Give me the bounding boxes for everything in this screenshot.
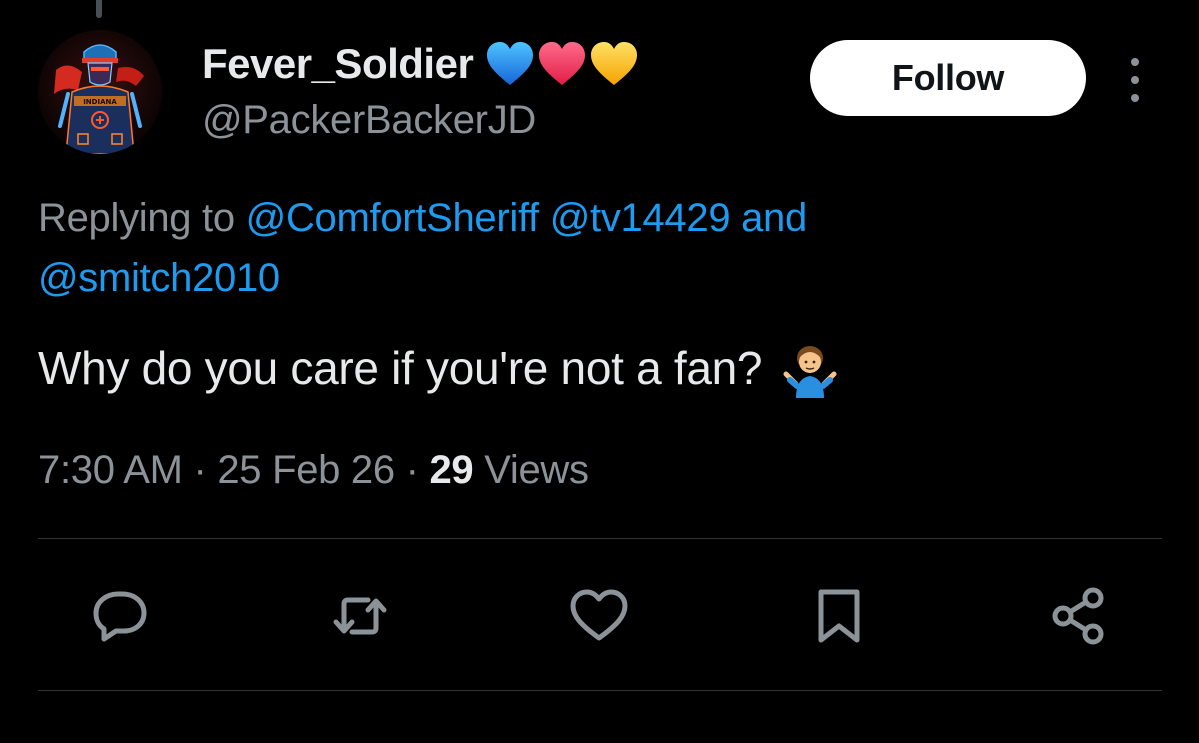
avatar-soldier-image: INDIANA [38,30,162,154]
user-identity: Fever_Soldier @PackerBackerJD [202,38,639,143]
divider-bottom [38,690,1162,691]
more-dot [1131,94,1139,102]
tweet-body: Why do you care if you're not a fan? [38,336,840,400]
reply-and-others-link[interactable]: and [730,196,807,240]
comment-icon [93,591,147,642]
yellow-heart-icon [591,42,638,85]
views-label[interactable]: Views [484,448,589,492]
red-heart-icon [539,42,586,85]
views-count[interactable]: 29 [429,448,473,492]
more-options-icon[interactable] [1120,58,1150,102]
display-name-row: Fever_Soldier [202,38,639,90]
reply-context: Replying to @ComfortSheriff @tv14429 and… [38,188,1138,308]
more-dot [1131,58,1139,66]
like-button[interactable] [563,580,635,652]
repost-button[interactable] [324,580,396,652]
reply-prefix: Replying to [38,196,246,240]
action-bar [0,580,1199,652]
more-dot [1131,76,1139,84]
meta-separator: · [405,448,419,492]
avatar[interactable]: INDIANA [38,30,162,154]
tweet-date[interactable]: 25 Feb 26 [217,448,395,492]
blue-heart-icon [487,42,534,85]
tweet-time[interactable]: 7:30 AM [38,448,183,492]
tweet-header: INDIANA Fever_Soldier @PackerBackerJD Fo… [38,30,1162,160]
user-handle[interactable]: @PackerBackerJD [202,98,639,143]
display-name[interactable]: Fever_Soldier [202,40,474,88]
share-button[interactable] [1043,580,1115,652]
mention-link-smitch2010[interactable]: @smitch2010 [38,256,280,300]
heart-icon [570,589,628,641]
share-icon [1052,587,1104,645]
divider-top [38,538,1162,539]
bookmark-icon [818,589,860,643]
name-emoji-group [485,41,639,87]
repost-icon [333,597,387,635]
mention-link-comfortsheriff[interactable]: @ComfortSheriff [246,196,540,240]
avatar-indiana-text: INDIANA [83,98,117,106]
tweet-meta: 7:30 AM · 25 Feb 26 · 29 Views [38,448,589,493]
follow-button[interactable]: Follow [810,40,1086,116]
tweet-text: Why do you care if you're not a fan? [38,342,763,394]
person-shrugging-icon [783,346,837,398]
thread-connector-line [96,0,102,18]
mention-link-tv14429[interactable]: @tv14429 [550,196,731,240]
bookmark-button[interactable] [803,580,875,652]
reply-button[interactable] [84,580,156,652]
meta-separator: · [193,448,207,492]
